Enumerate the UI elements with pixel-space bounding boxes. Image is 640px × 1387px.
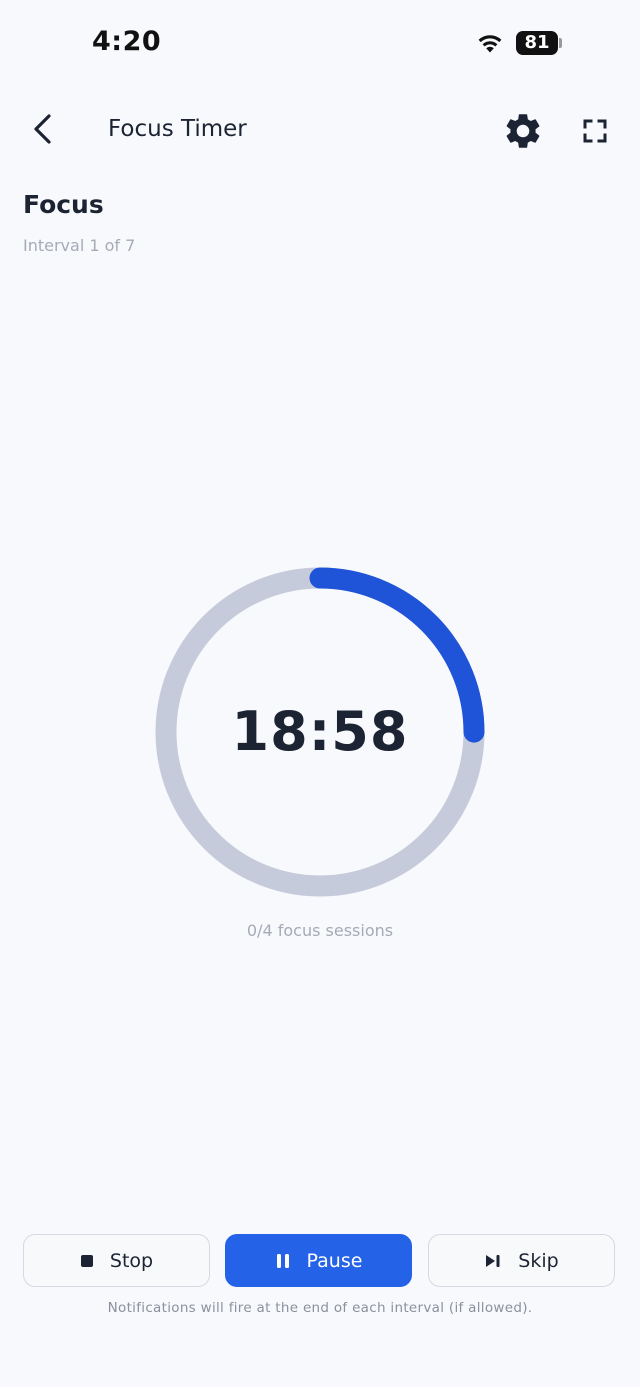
sessions-count: 0/4 focus sessions: [246, 921, 394, 940]
back-button[interactable]: [22, 108, 62, 152]
timer-ring: 18:58: [145, 557, 495, 907]
stop-button-label: Stop: [109, 1249, 154, 1272]
status-time: 4:20: [92, 26, 162, 57]
status-bar: 4:20 81: [0, 0, 640, 86]
timer-countdown: 18:58: [231, 700, 409, 763]
battery-cap: [559, 38, 562, 48]
fullscreen-icon: [583, 119, 607, 143]
app-header: Focus Timer: [0, 96, 640, 166]
skip-button[interactable]: Skip: [428, 1234, 615, 1287]
fullscreen-button[interactable]: [576, 112, 614, 150]
timer-controls: Stop Pause Skip: [23, 1234, 617, 1289]
pause-button-label: Pause: [306, 1249, 363, 1272]
chevron-left-icon: [34, 114, 51, 144]
interval-label: Interval 1 of 7: [23, 236, 136, 255]
stop-button[interactable]: Stop: [23, 1234, 210, 1287]
stop-square-icon: [80, 1254, 93, 1267]
pause-button[interactable]: Pause: [225, 1234, 412, 1287]
skip-button-label: Skip: [518, 1249, 559, 1272]
page-title: Focus Timer: [108, 116, 247, 142]
gear-icon: [506, 114, 540, 148]
session-title: Focus: [23, 190, 104, 219]
settings-button[interactable]: [502, 110, 544, 152]
wifi-icon: [478, 35, 502, 53]
battery-indicator: 81: [516, 31, 558, 55]
notification-footnote: Notifications will fire at the end of ea…: [107, 1300, 533, 1316]
skip-next-icon: [486, 1254, 500, 1267]
pause-icon: [276, 1253, 289, 1268]
